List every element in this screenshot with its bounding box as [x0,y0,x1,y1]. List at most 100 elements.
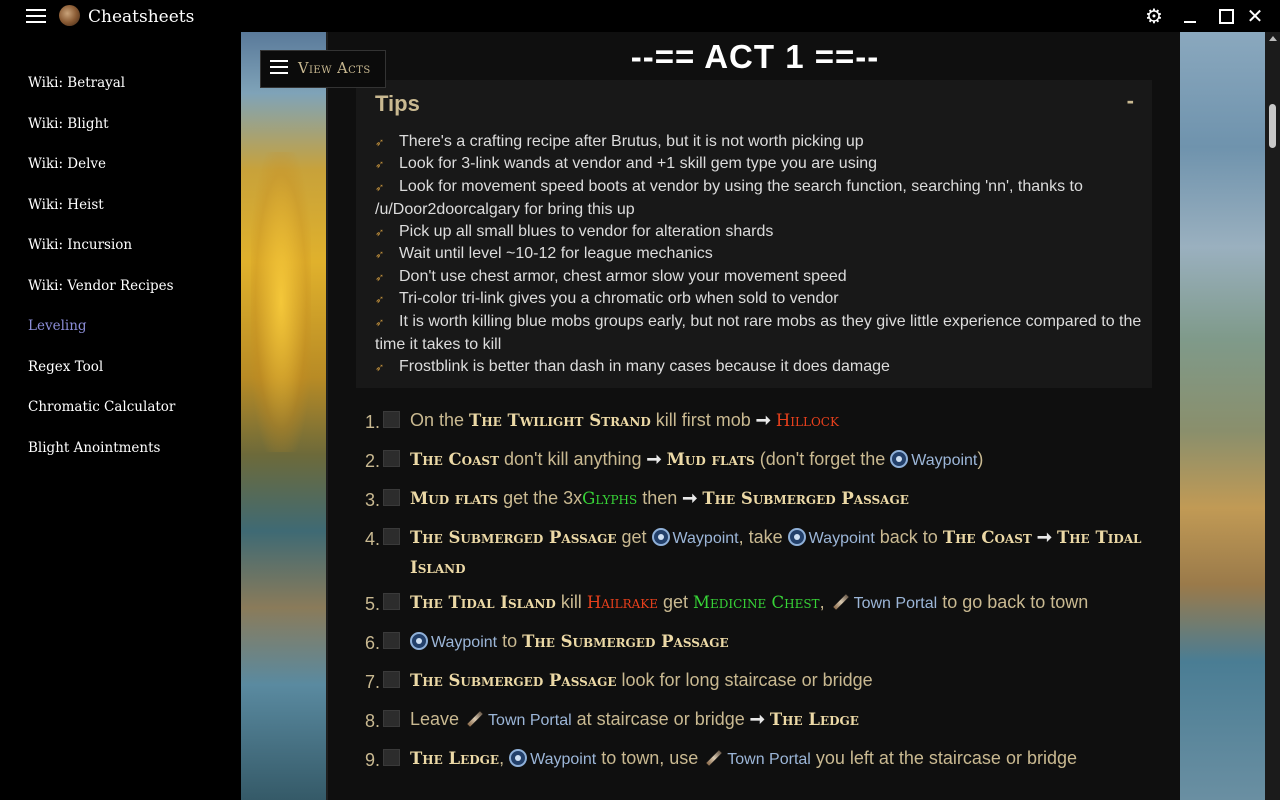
minimize-button[interactable] [1177,4,1203,28]
close-icon[interactable]: ✕ [1242,4,1268,28]
background-art-left [241,32,326,800]
sidebar-item-wiki-heist[interactable]: Wiki: Heist [28,197,104,213]
step-text: The Submerged Passage get Waypoint, take… [410,523,1150,582]
sidebar-item-wiki-vendor-recipes[interactable]: Wiki: Vendor Recipes [28,278,174,294]
tips-header: Tips [375,91,420,116]
step-checkbox[interactable] [383,632,400,649]
sidebar-item-chromatic-calculator[interactable]: Chromatic Calculator [28,399,175,415]
sidebar-item-leveling[interactable]: Leveling [28,318,87,334]
location-name: The Ledge [769,710,859,729]
step-text-fragment: , take [738,527,788,547]
gear-icon[interactable]: ⚙ [1141,4,1167,28]
step-checkbox[interactable] [383,528,400,545]
title-bar: Cheatsheets ⚙ ✕ [0,0,1280,32]
sidebar-item-regex-tool[interactable]: Regex Tool [28,359,103,375]
step-checkbox[interactable] [383,489,400,506]
waypoint-label: Waypoint [431,634,498,651]
sidebar-item-wiki-incursion[interactable]: Wiki: Incursion [28,237,132,253]
arrow-bullet-icon: ➶ [375,249,385,261]
step-text-fragment: to town, use [596,748,704,768]
tip-text: Pick up all small blues to vendor for al… [399,223,774,240]
step-text-fragment: at staircase or bridge [571,709,750,729]
step-text-fragment: , [819,592,830,612]
arrow-bullet-icon: ➶ [375,362,385,374]
sidebar-item-blight-anointments[interactable]: Blight Anointments [28,440,160,456]
step-text-fragment: then [637,488,683,508]
location-name: The Coast [410,450,499,469]
step-text: Leave Town Portal at staircase or bridge… [410,705,1150,735]
tip-text: It is worth killing blue mobs groups ear… [375,313,1142,353]
location-name: The Submerged Passage [702,489,909,508]
town-portal-label: Town Portal [727,751,811,768]
tip-text: Don't use chest armor, chest armor slow … [399,268,847,285]
step-checkbox[interactable] [383,450,400,467]
waypoint-label: Waypoint [672,530,739,547]
maximize-button[interactable] [1213,4,1239,28]
arrow-bullet-icon: ➶ [375,182,385,194]
tip-item: ➶ Frostblink is better than dash in many … [375,356,1145,379]
step-text-fragment: ) [977,449,984,469]
step-text: Waypoint to The Submerged Passage [410,627,1150,657]
view-acts-button[interactable]: View Acts [260,50,386,88]
arrow-bullet-icon: ➶ [375,294,385,306]
scrollbar[interactable] [1265,32,1280,800]
arrow-bullet-icon: ➶ [375,137,385,149]
arrow-right-icon: ➞ [646,449,662,469]
content-column: View Acts --== ACT 1 ==-- Tips - ➶ There'… [260,32,1180,800]
tip-item: ➶ Don't use chest armor, chest armor slow… [375,266,1145,289]
app-title: Cheatsheets [88,7,195,27]
arrow-right-icon: ➞ [682,488,698,508]
step-number: 4. [364,529,380,549]
tip-item: ➶ Wait until level ~10-12 for league mech… [375,243,1145,266]
step-text-fragment: On the [410,410,470,430]
scroll-up-arrow-icon[interactable] [1269,36,1277,41]
step-checkbox[interactable] [383,411,400,428]
tip-text: There's a crafting recipe after Brutus, … [399,133,864,150]
boss-name: Hillock [775,411,839,430]
step-text: The Submerged Passage look for long stai… [410,666,1150,695]
location-name: The Submerged Passage [522,632,729,651]
sidebar-item-wiki-betrayal[interactable]: Wiki: Betrayal [28,75,125,91]
sidebar-item-wiki-delve[interactable]: Wiki: Delve [28,156,106,172]
town-portal-scroll-icon [832,594,849,610]
step-checkbox[interactable] [383,593,400,610]
arrow-right-icon: ➞ [749,709,765,729]
location-name: The Tidal Island [410,593,556,612]
tips-panel: Tips - ➶ There's a crafting recipe after … [356,80,1152,388]
tips-collapse-button[interactable]: - [1127,88,1134,114]
step-text-fragment: kill first mob [650,410,756,430]
step-text-fragment: back to [874,527,943,547]
location-name: Mud flats [666,450,755,469]
menu-hamburger-icon[interactable] [26,9,46,23]
step-text-fragment: you left at the staircase or bridge [810,748,1077,768]
step-number: 5. [364,594,380,614]
step-text-fragment: Leave [410,709,465,729]
step-checkbox[interactable] [383,671,400,688]
step-checkbox[interactable] [383,710,400,727]
scrollbar-thumb[interactable] [1269,104,1276,148]
waypoint-label: Waypoint [530,751,597,768]
step-text: The Coast don't kill anything ➞ Mud flat… [410,445,1150,475]
arrow-bullet-icon: ➶ [375,272,385,284]
sidebar-item-wiki-blight[interactable]: Wiki: Blight [28,116,109,132]
app-logo-icon [59,5,80,26]
tip-item: ➶ Look for 3-link wands at vendor and +1 … [375,153,1145,176]
step-text-fragment: get [658,592,694,612]
step-text-fragment: don't kill anything [499,449,647,469]
step-text-fragment: , [499,748,510,768]
waypoint-icon [509,749,528,767]
step-number: 7. [364,672,380,692]
step-checkbox[interactable] [383,749,400,766]
tip-item: ➶ There's a crafting recipe after Brutus,… [375,131,1145,154]
step-text: On the The Twilight Strand kill first mo… [410,406,1150,435]
town-portal-label: Town Portal [853,595,938,612]
waypoint-icon [410,632,428,650]
tip-text: Look for movement speed boots at vendor … [375,178,1083,218]
arrow-right-icon: ➞ [755,410,771,430]
step-text: Mud flats get the 3xGlyphs then ➞ The Su… [410,484,1150,513]
step-number: 2. [364,451,380,471]
location-name: The Twilight Strand [469,411,651,430]
arrow-right-icon: ➞ [1036,527,1052,547]
tip-item: ➶ Pick up all small blues to vendor for a… [375,221,1145,244]
waypoint-icon [890,450,909,468]
